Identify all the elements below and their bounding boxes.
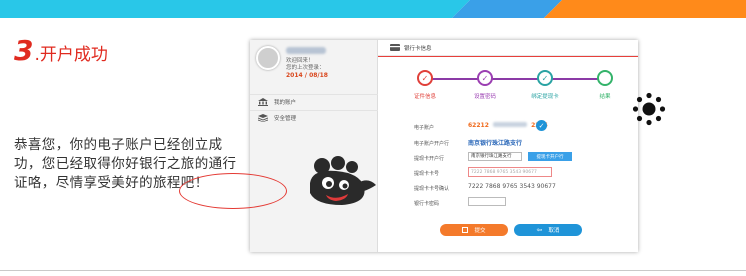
card-bank-label: 提现卡开户行 <box>414 156 445 162</box>
header-divider <box>378 56 638 57</box>
last-login-date: 2014 / 08/18 <box>286 72 328 79</box>
card-pwd-label: 银行卡密码 <box>414 201 440 207</box>
cancel-label: 取消 <box>548 228 560 234</box>
layers-icon <box>258 113 268 122</box>
card-bank-select[interactable]: 南京银行珠江路支行 <box>468 152 522 161</box>
step-heading: 3 .开户成功 <box>14 34 108 67</box>
step-number: 3 <box>14 34 34 67</box>
step-4-label: 结果 <box>599 94 611 100</box>
card-icon <box>390 44 400 51</box>
avatar <box>256 46 280 70</box>
card-bank-select-value: 南京银行珠江路支行 <box>471 154 512 159</box>
step-4-circle <box>597 70 613 86</box>
card-no-input[interactable]: 7222 7868 9765 3543 90677 <box>468 167 552 177</box>
main-content: 银行卡信息 ✓ ✓ ✓ 证件信息 设置密码 绑定提现卡 结果 电子账户 6221… <box>378 40 638 252</box>
screenshot-panel: 欢迎回来！ 您的上次登录： 2014 / 08/18 我的账户 安全管理 银行卡… <box>250 40 638 252</box>
step-2-circle: ✓ <box>477 70 493 86</box>
bank-icon <box>258 97 268 106</box>
highlight-oval <box>179 173 287 209</box>
step-1-label: 证件信息 <box>413 94 436 100</box>
check-icon: ✓ <box>536 120 547 131</box>
sidebar-item-security[interactable]: 安全管理 <box>250 110 378 124</box>
step-3-label: 绑定提现卡 <box>531 94 559 100</box>
sidebar: 欢迎回来！ 您的上次登录： 2014 / 08/18 我的账户 安全管理 <box>250 40 378 252</box>
sidebar-item-label: 安全管理 <box>274 115 297 122</box>
step-title: .开户成功 <box>34 45 108 65</box>
card-info-header: 银行卡信息 <box>378 40 638 56</box>
top-banner <box>0 0 746 18</box>
step-3-circle: ✓ <box>537 70 553 86</box>
bank-label: 电子账户开户行 <box>414 141 450 147</box>
card-bank-button[interactable]: 提现卡开户行 <box>528 152 572 161</box>
card-no-confirm-label: 提现卡卡号确认 <box>414 186 450 192</box>
account-label: 电子账户 <box>414 125 435 131</box>
card-no-confirm-value: 7222 7868 9765 3543 90677 <box>468 183 556 190</box>
submit-icon <box>462 227 469 233</box>
username-blurred <box>286 47 326 54</box>
bank-value: 南京银行珠江路支行 <box>468 140 523 147</box>
bottom-divider <box>0 270 746 271</box>
step-2-label: 设置密码 <box>473 94 496 100</box>
back-arrow-icon: ⇦ <box>536 226 543 234</box>
account-value-prefix: 62212 <box>468 122 489 129</box>
account-masked <box>492 122 527 127</box>
welcome-line-2: 您的上次登录： <box>286 65 325 71</box>
sidebar-item-label: 我的账户 <box>274 99 297 106</box>
welcome-line-1: 欢迎回来！ <box>286 58 314 64</box>
cancel-button[interactable]: ⇦ 取消 <box>514 224 582 236</box>
mascot-icon <box>310 156 376 205</box>
step-1-circle: ✓ <box>417 70 433 86</box>
welcome-text: 欢迎回来！ 您的上次登录： <box>286 58 325 72</box>
header-title: 银行卡信息 <box>404 45 432 52</box>
sidebar-item-my-account[interactable]: 我的账户 <box>250 94 378 108</box>
card-no-label: 提现卡卡号 <box>414 171 440 177</box>
progress-track <box>425 78 608 80</box>
card-no-input-value: 7222 7868 9765 3543 90677 <box>471 170 537 175</box>
loading-dots-icon <box>632 92 666 126</box>
submit-button[interactable]: 提交 <box>440 224 508 236</box>
card-pwd-input[interactable] <box>468 197 506 206</box>
submit-label: 提交 <box>474 228 486 234</box>
